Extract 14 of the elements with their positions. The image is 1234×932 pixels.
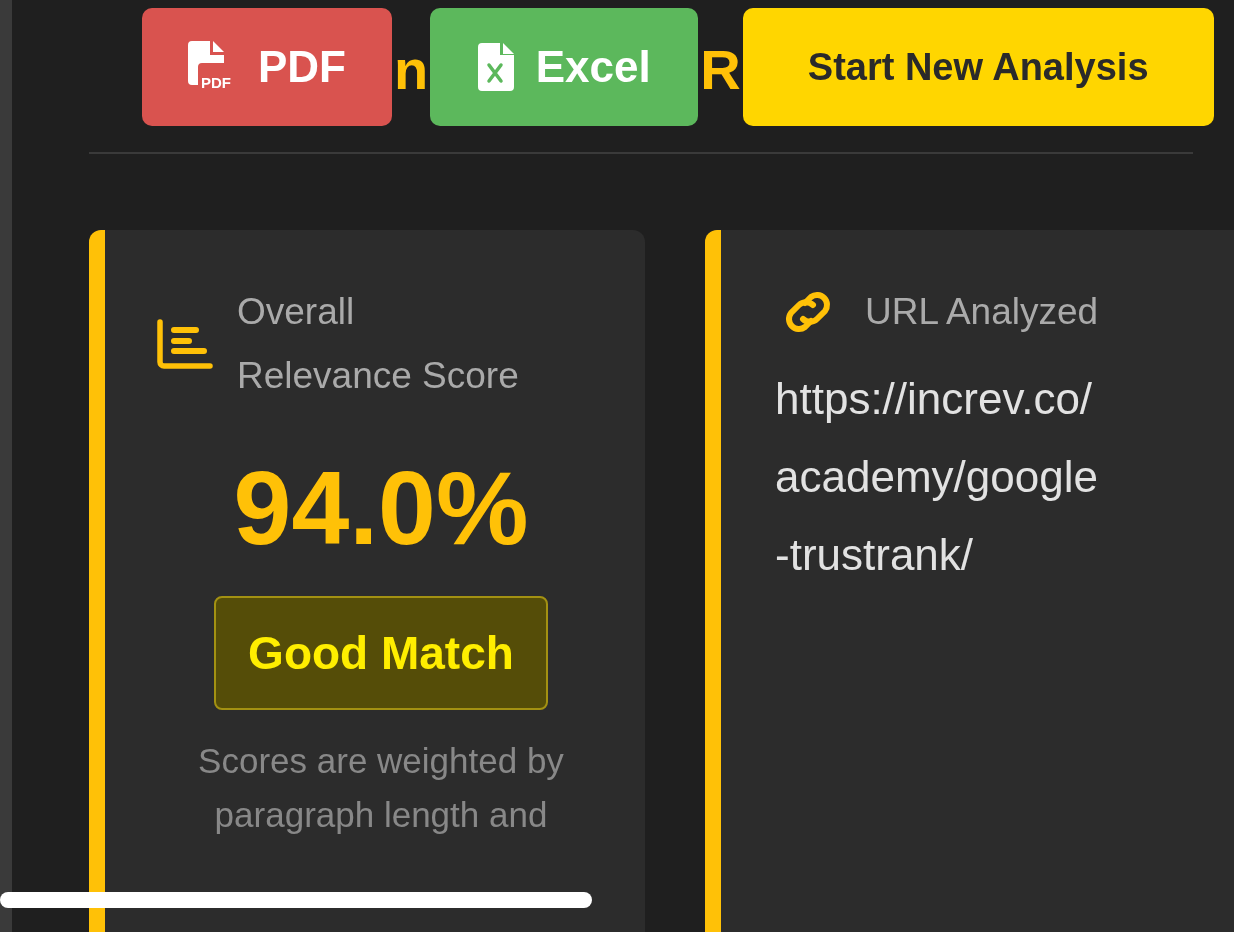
url-text: https://increv.co/academy/google-trustrank/ — [775, 373, 1099, 581]
card-title: Overall Relevance Score — [237, 290, 520, 398]
start-analysis-button[interactable]: Start New Analysis — [742, 8, 1214, 126]
score-note: Scores are weighted by paragraph length and — [197, 740, 565, 836]
card-title: URL Analyzed — [865, 290, 1099, 334]
spreadsheet-file-icon — [477, 43, 514, 91]
page-title: R — [699, 38, 742, 102]
bar-chart-icon — [157, 319, 213, 369]
match-badge: Good Match — [214, 596, 548, 710]
excel-button[interactable]: Excel — [430, 8, 699, 126]
page-title: n — [393, 38, 430, 102]
scrollbar[interactable] — [0, 892, 592, 908]
score-value: 94.0% — [233, 449, 529, 568]
pdf-button[interactable]: PDF PDF — [142, 8, 392, 126]
